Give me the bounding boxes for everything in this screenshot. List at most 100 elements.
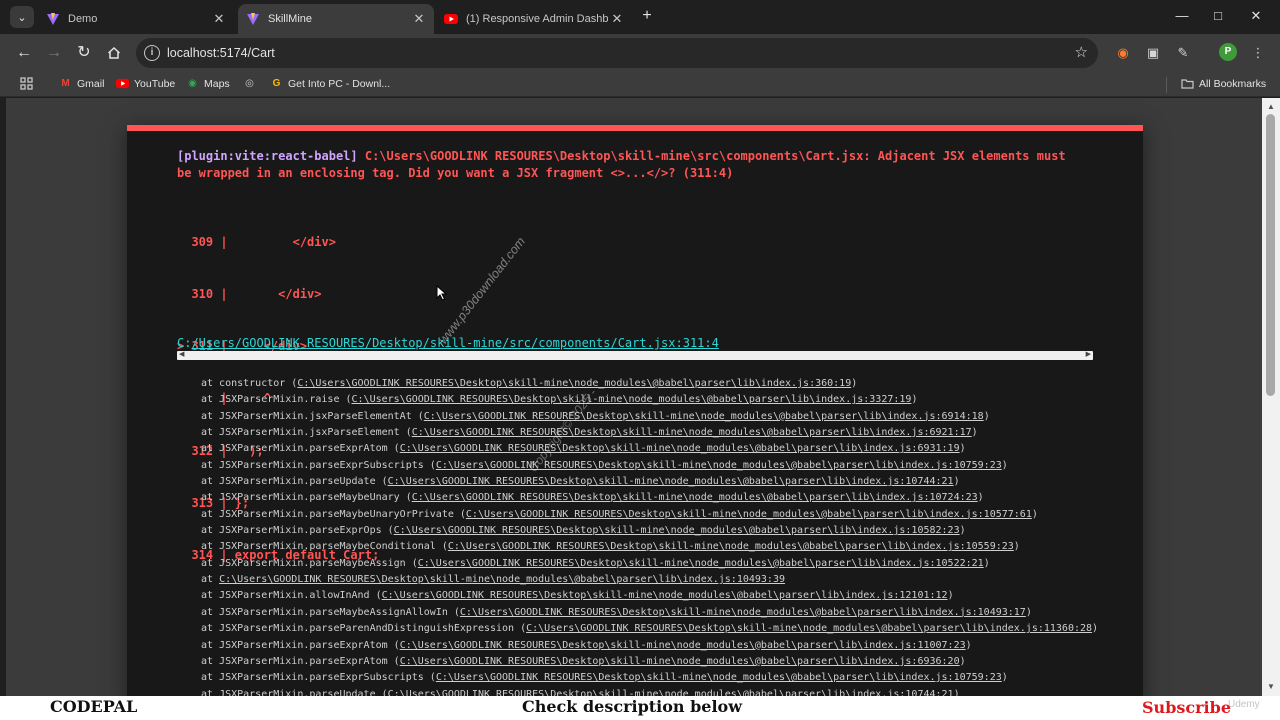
scrollbar-thumb[interactable]: [1266, 114, 1275, 396]
udemy-watermark: Udemy: [1228, 699, 1260, 710]
forward-button[interactable]: →: [44, 43, 64, 63]
stack-frame-close: ): [947, 590, 954, 602]
close-icon[interactable]: ✕: [210, 11, 228, 27]
stack-frame-close: ): [983, 410, 990, 422]
file-link-prefix: C:: [177, 336, 192, 350]
file-link-path[interactable]: /Users/GOODLINK RESOURES/Desktop/skill-m…: [191, 336, 718, 350]
stack-frame-location[interactable]: C:\Users\GOODLINK RESOURES\Desktop\skill…: [526, 623, 1092, 634]
apps-button[interactable]: [20, 77, 38, 90]
bookmark-globe[interactable]: ◎: [243, 77, 261, 90]
stack-frame: at JSXParserMixin.parseExprAtom (C:\User…: [201, 638, 1098, 654]
stack-frame-location[interactable]: C:\Users\GOODLINK RESOURES\Desktop\skill…: [297, 378, 851, 389]
stack-frame: at JSXParserMixin.parseParenAndDistingui…: [201, 621, 1098, 637]
maximize-button[interactable]: □: [1208, 8, 1228, 23]
scroll-left-icon[interactable]: ◀: [179, 350, 184, 358]
globe-icon: ◎: [245, 78, 254, 89]
stack-frame-location[interactable]: C:\Users\GOODLINK RESOURES\Desktop\skill…: [352, 394, 912, 405]
stack-frame-location[interactable]: C:\Users\GOODLINK RESOURES\Desktop\skill…: [382, 590, 948, 601]
stack-frame: at JSXParserMixin.parseMaybeUnaryOrPriva…: [201, 507, 1098, 523]
stack-frame-caller: at JSXParserMixin.parseExprAtom (: [201, 639, 400, 651]
stack-frame-close: ): [977, 492, 984, 504]
bookmark-gmail[interactable]: M Gmail: [59, 77, 104, 90]
tab-demo[interactable]: Demo ✕: [38, 4, 234, 34]
stack-frame-close: ): [983, 557, 990, 569]
new-tab-button[interactable]: +: [638, 7, 656, 25]
scroll-down-icon[interactable]: ▼: [1266, 682, 1276, 692]
stack-frame-caller: at JSXParserMixin.parseExprOps (: [201, 525, 394, 537]
stack-frame-close: ): [959, 655, 966, 667]
vite-error-overlay: [plugin:vite:react-babel] C:\Users\GOODL…: [127, 125, 1143, 696]
bookmark-youtube[interactable]: YouTube: [116, 77, 175, 90]
error-message-line2: be wrapped in an enclosing tag. Did you …: [177, 166, 734, 180]
stack-frame-close: ): [1001, 459, 1008, 471]
stack-frame-location[interactable]: C:\Users\GOODLINK RESOURES\Desktop\skill…: [388, 689, 954, 696]
tab-youtube[interactable]: (1) Responsive Admin Dashboa ✕: [436, 4, 632, 34]
stack-frame: at JSXParserMixin.jsxParseElement (C:\Us…: [201, 425, 1098, 441]
bookmark-star-icon[interactable]: ☆: [1075, 43, 1088, 61]
stack-frame-location[interactable]: C:\Users\GOODLINK RESOURES\Desktop\skill…: [412, 492, 978, 503]
arrow-left-icon: ←: [16, 44, 32, 61]
reload-button[interactable]: ↻: [74, 43, 94, 63]
address-bar[interactable]: i localhost:5174/Cart ☆: [136, 38, 1098, 68]
stack-frame-caller: at JSXParserMixin.parseMaybeAssign (: [201, 557, 418, 569]
bookmark-getintopc[interactable]: G Get Into PC - Downl...: [270, 77, 391, 90]
home-button[interactable]: [104, 43, 124, 63]
stack-frame: at JSXParserMixin.parseUpdate (C:\Users\…: [201, 474, 1098, 490]
stack-frame-location[interactable]: C:\Users\GOODLINK RESOURES\Desktop\skill…: [466, 509, 1032, 520]
stack-frame-location[interactable]: C:\Users\GOODLINK RESOURES\Desktop\skill…: [394, 525, 960, 536]
scroll-right-icon[interactable]: ▶: [1086, 350, 1091, 358]
stack-frame-location[interactable]: C:\Users\GOODLINK RESOURES\Desktop\skill…: [436, 672, 1002, 683]
minimize-button[interactable]: —: [1172, 8, 1192, 23]
plus-icon: +: [642, 7, 652, 24]
stack-frame-location[interactable]: C:\Users\GOODLINK RESOURES\Desktop\skill…: [412, 427, 972, 438]
stack-frame-close: ): [1031, 508, 1038, 520]
code-frame-line: 310 | </div>: [177, 287, 322, 302]
tab-title: (1) Responsive Admin Dashboa: [466, 13, 608, 25]
minimize-icon: —: [1175, 8, 1189, 23]
stack-frame-location[interactable]: C:\Users\GOODLINK RESOURES\Desktop\skill…: [448, 541, 1014, 552]
stack-frame-location[interactable]: C:\Users\GOODLINK RESOURES\Desktop\skill…: [400, 443, 960, 454]
banner-caption: Check description below: [522, 697, 742, 716]
stack-frame-location[interactable]: C:\Users\GOODLINK RESOURES\Desktop\skill…: [400, 640, 966, 651]
apps-grid-icon: [20, 77, 33, 90]
url-text[interactable]: localhost:5174/Cart: [167, 46, 275, 60]
stack-frame-location[interactable]: C:\Users\GOODLINK RESOURES\Desktop\skill…: [418, 558, 984, 569]
fox-extension-icon[interactable]: ◉: [1114, 44, 1132, 62]
tab-skillmine[interactable]: SkillMine ✕: [238, 4, 434, 34]
site-info-icon[interactable]: i: [144, 45, 160, 61]
chevron-down-icon: ⌄: [17, 11, 27, 24]
page-scrollbar[interactable]: ▲ ▼: [1262, 98, 1280, 696]
all-bookmarks-button[interactable]: All Bookmarks: [1181, 77, 1266, 90]
tab-title: SkillMine: [268, 13, 313, 25]
tab-search-button[interactable]: ⌄: [10, 6, 34, 28]
stack-frame-close: ): [965, 639, 972, 651]
close-icon[interactable]: ✕: [410, 11, 428, 27]
tab-strip: ⌄ Demo ✕ SkillMine ✕ (1) Responsive Admi…: [0, 0, 1280, 34]
stack-frame-caller: at JSXParserMixin.parseExprSubscripts (: [201, 459, 436, 471]
extensions-puzzle-icon[interactable]: ✎: [1174, 44, 1192, 62]
browser-toolbar: ← → ↻ i localhost:5174/Cart ☆ ◉ ▣ ✎ ⋮: [0, 34, 1280, 72]
stack-frame-location[interactable]: C:\Users\GOODLINK RESOURES\Desktop\skill…: [424, 411, 984, 422]
mouse-cursor-icon: [436, 285, 448, 301]
arrow-right-icon: →: [46, 44, 62, 61]
stack-frame-location[interactable]: C:\Users\GOODLINK RESOURES\Desktop\skill…: [460, 607, 1026, 618]
close-window-button[interactable]: ✕: [1246, 8, 1266, 24]
close-icon[interactable]: ✕: [608, 11, 626, 27]
channel-name: CODEPAL: [50, 697, 138, 716]
camera-extension-icon[interactable]: ▣: [1144, 44, 1162, 62]
back-button[interactable]: ←: [14, 43, 34, 63]
scroll-up-icon[interactable]: ▲: [1266, 102, 1276, 112]
stack-frame-location[interactable]: C:\Users\GOODLINK RESOURES\Desktop\skill…: [400, 656, 960, 667]
stack-frame-location[interactable]: C:\Users\GOODLINK RESOURES\Desktop\skill…: [436, 460, 1002, 471]
stack-frame-location[interactable]: C:\Users\GOODLINK RESOURES\Desktop\skill…: [388, 476, 954, 487]
stack-frame-caller: at constructor (: [201, 378, 298, 389]
stack-frame-location[interactable]: C:\Users\GOODLINK RESOURES\Desktop\skill…: [219, 574, 785, 585]
stack-frame-caller: at JSXParserMixin.parseMaybeUnaryOrPriva…: [201, 508, 466, 520]
stack-frame: at JSXParserMixin.parseMaybeAssignAllowI…: [201, 605, 1098, 621]
profile-avatar[interactable]: P: [1219, 43, 1237, 61]
folder-icon: [1181, 79, 1194, 89]
more-menu-icon[interactable]: ⋮: [1249, 44, 1267, 62]
horizontal-scrollbar[interactable]: ◀ ▶: [177, 351, 1093, 360]
stack-frame-close: ): [851, 378, 858, 389]
bookmark-maps[interactable]: ◉ Maps: [186, 77, 230, 90]
